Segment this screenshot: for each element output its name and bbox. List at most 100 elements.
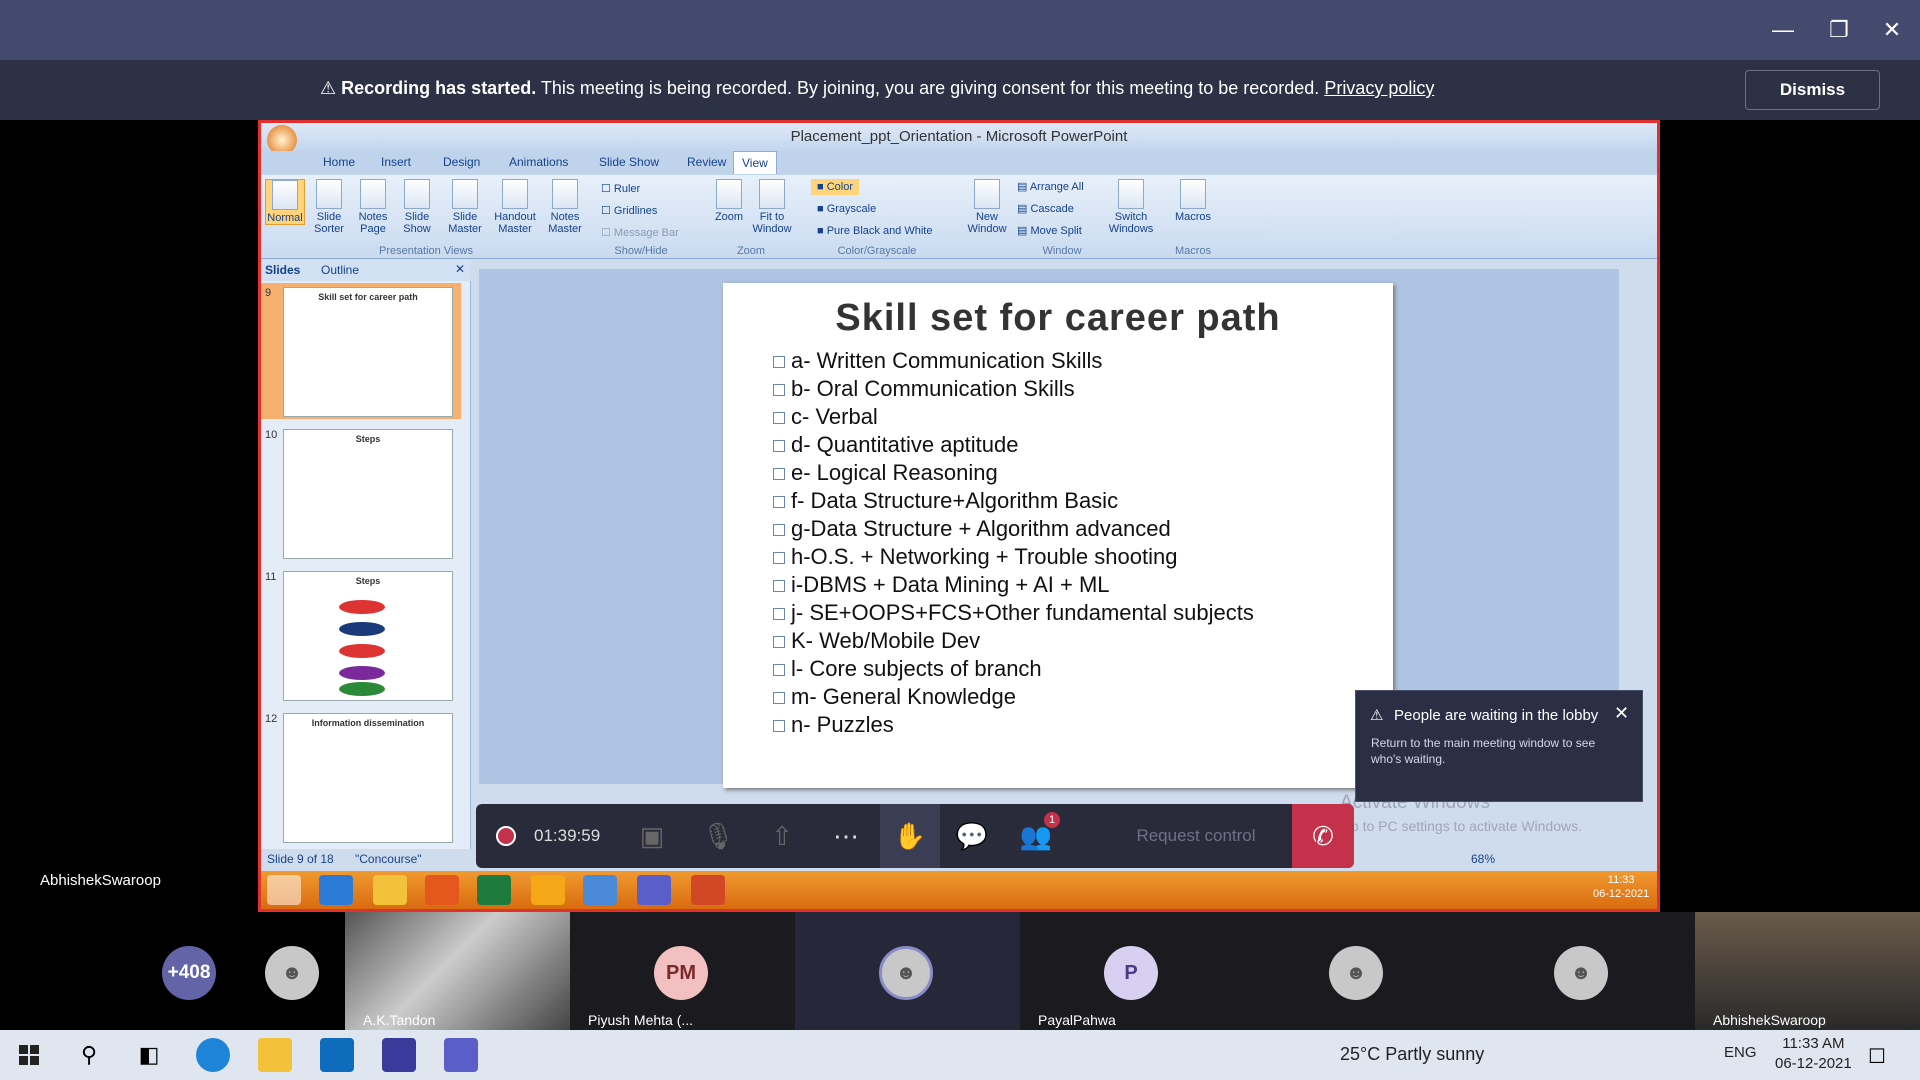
fit-to-window-button[interactable]: Fit to Window [751, 179, 793, 235]
slide-thumbnail[interactable]: Information dissemination [283, 713, 453, 843]
firefox-icon[interactable] [425, 875, 459, 905]
thumb-title: Steps [355, 434, 381, 444]
raise-hand-icon[interactable]: ✋ [880, 804, 940, 868]
restore-icon[interactable]: ❐ [1811, 0, 1867, 60]
color-button[interactable]: ■ Color [811, 179, 859, 195]
bullet-list: a- Written Communication Skills b- Oral … [773, 347, 1254, 739]
participant-tile[interactable]: ☻ [1245, 912, 1470, 1030]
language-indicator[interactable]: ENG [1724, 1044, 1757, 1061]
ie-icon[interactable] [319, 875, 353, 905]
tab-animations[interactable]: Animations [509, 155, 568, 169]
tab-outline[interactable]: Outline [321, 263, 359, 277]
minimize-icon[interactable]: — [1755, 0, 1811, 60]
thumb-number: 9 [265, 287, 272, 299]
folder-icon[interactable] [373, 875, 407, 905]
edge-icon[interactable] [196, 1038, 230, 1072]
weather-widget[interactable]: 25°C Partly sunny [1340, 1044, 1484, 1065]
ribbon-tabs: Home Insert Design Animations Slide Show… [261, 151, 1657, 175]
new-window-button[interactable]: New Window [965, 179, 1009, 235]
tab-design[interactable]: Design [443, 155, 480, 169]
more-actions-icon[interactable]: ⋯ [816, 804, 876, 868]
tab-slides[interactable]: Slides [265, 263, 300, 277]
privacy-policy-link[interactable]: Privacy policy [1324, 78, 1434, 98]
message-bar-checkbox: ☐ Message Bar [601, 227, 679, 239]
teams-icon[interactable] [444, 1038, 478, 1072]
bullet-item: l- Core subjects of branch [773, 655, 1254, 683]
tab-slide-show[interactable]: Slide Show [599, 155, 659, 169]
participant-video-tile[interactable]: A.K.Tandon [345, 912, 570, 1030]
normal-view-button[interactable]: Normal [265, 179, 305, 225]
participant-name: Piyush Mehta (... [588, 1012, 694, 1028]
zoom-button[interactable]: Zoom [709, 179, 749, 223]
notification-icon[interactable]: ☐ [1868, 1044, 1886, 1069]
windows-start-icon[interactable] [12, 1038, 46, 1072]
participant-tile-active[interactable]: ☻ [795, 912, 1020, 1030]
group-color-grayscale: Color/Grayscale [837, 245, 917, 257]
recording-dot-icon [496, 826, 516, 846]
slides-panel: Slides Outline ✕ 9 Skill set for career … [261, 259, 471, 849]
activate-windows-hint: Go to PC settings to activate Windows. [1340, 818, 1582, 834]
system-clock[interactable]: 11:33 AM 06-12-2021 [1775, 1034, 1852, 1074]
chrome-icon[interactable] [583, 875, 617, 905]
participant-tile[interactable]: PM Piyush Mehta (... [570, 912, 795, 1030]
hang-up-button[interactable]: ✆ [1292, 804, 1354, 868]
slide-sorter-button[interactable]: Slide Sorter [309, 179, 349, 235]
powerpoint-icon[interactable] [691, 875, 725, 905]
thumb-title: Skill set for career path [318, 292, 418, 302]
zoom-level[interactable]: 68% [1471, 852, 1495, 866]
request-control-button[interactable]: Request control [1116, 804, 1276, 868]
dismiss-button[interactable]: Dismiss [1745, 70, 1880, 110]
slide-thumbnail[interactable]: Steps [283, 429, 453, 559]
tab-insert[interactable]: Insert [381, 155, 411, 169]
lobby-notification[interactable]: ⚠ People are waiting in the lobby ✕ Retu… [1355, 690, 1643, 802]
mic-off-icon[interactable]: 🎙 [688, 804, 748, 868]
diagram-shape [339, 600, 385, 614]
slide-thumbnail[interactable]: Skill set for career path [283, 287, 453, 417]
file-explorer-icon[interactable] [258, 1038, 292, 1072]
switch-windows-button[interactable]: Switch Windows [1105, 179, 1157, 235]
tab-review[interactable]: Review [687, 155, 726, 169]
notes-page-button[interactable]: Notes Page [353, 179, 393, 235]
arrange-all-button[interactable]: ▤ Arrange All [1017, 181, 1084, 193]
task-view-icon[interactable]: ◧ [132, 1038, 166, 1072]
cascade-button[interactable]: ▤ Cascade [1017, 203, 1074, 215]
thumb-title: Steps [355, 576, 381, 586]
share-tray-icon[interactable]: ⇧ [752, 804, 812, 868]
app-icon[interactable] [382, 1038, 416, 1072]
overflow-count[interactable]: +408 [162, 946, 216, 1000]
slide-counter: Slide 9 of 18 [267, 852, 334, 866]
chrome-canary-icon[interactable] [531, 875, 565, 905]
gridlines-checkbox[interactable]: ☐ Gridlines [601, 205, 657, 217]
close-icon[interactable]: ✕ [1614, 703, 1629, 724]
participant-tile[interactable]: ☻ [1470, 912, 1695, 1030]
tab-home[interactable]: Home [323, 155, 355, 169]
ruler-checkbox[interactable]: ☐ Ruler [601, 183, 640, 195]
participant-video-tile[interactable]: AbhishekSwaroop [1695, 912, 1920, 1030]
teams-icon[interactable] [637, 875, 671, 905]
current-slide[interactable]: Skill set for career path a- Written Com… [723, 283, 1393, 788]
store-icon[interactable] [320, 1038, 354, 1072]
chat-icon[interactable]: 💬 [942, 804, 1002, 868]
close-panel-icon[interactable]: ✕ [455, 262, 465, 276]
move-split-button[interactable]: ▤ Move Split [1017, 225, 1082, 237]
camera-off-icon[interactable]: ▣ [622, 804, 682, 868]
participant-avatar[interactable]: ☻ [265, 946, 319, 1000]
notes-master-button[interactable]: Notes Master [543, 179, 587, 235]
macros-button[interactable]: Macros [1171, 179, 1215, 223]
slide-show-button[interactable]: Slide Show [397, 179, 437, 235]
slide-master-button[interactable]: Slide Master [443, 179, 487, 235]
excel-icon[interactable] [477, 875, 511, 905]
tab-view[interactable]: View [733, 151, 777, 174]
handout-master-button[interactable]: Handout Master [489, 179, 541, 235]
close-icon[interactable]: ✕ [1864, 0, 1920, 60]
participant-tile[interactable]: P PayalPahwa [1020, 912, 1245, 1030]
group-macros: Macros [1174, 245, 1212, 257]
slide-thumbnail[interactable]: Steps [283, 571, 453, 701]
grayscale-button[interactable]: ■ Grayscale [817, 203, 876, 215]
pure-bw-button[interactable]: ■ Pure Black and White [817, 225, 932, 237]
search-icon[interactable]: ⚲ [72, 1038, 106, 1072]
bullet-item: f- Data Structure+Algorithm Basic [773, 487, 1254, 515]
inner-clock: 11:33 06-12-2021 [1593, 874, 1650, 900]
windows-start-icon[interactable] [267, 875, 301, 905]
diagram-shape [339, 622, 385, 636]
